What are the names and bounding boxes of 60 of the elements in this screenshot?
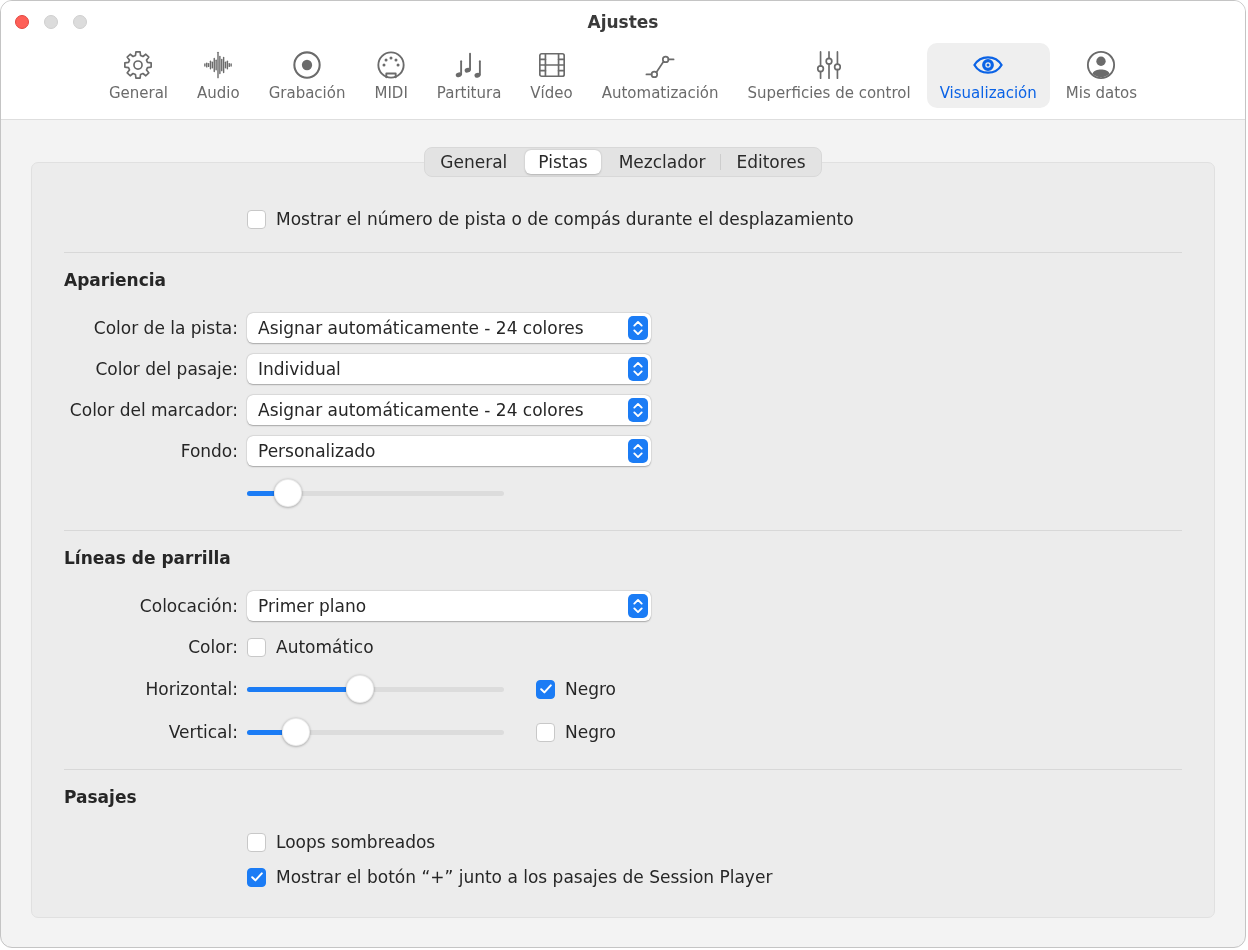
field-label: Fondo: [180,441,238,461]
toolbar-tab[interactable]: Mis datos [1052,43,1151,108]
checkmark-icon [250,872,263,882]
connector-icon [376,50,407,80]
field-label: Color del marcador: [69,400,238,420]
popup-button[interactable]: Personalizado [247,436,651,466]
segment-tab[interactable]: General [427,150,521,174]
toolbar-tab[interactable]: Superficies de control [734,43,924,108]
field-label: Vertical: [168,722,238,742]
slider-thumb[interactable] [281,718,310,746]
updown-chevron-icon [628,316,648,340]
field-label: Color del pasaje: [95,359,238,379]
field-label: Color: [188,637,238,657]
field-label: Colocación: [139,596,238,616]
checkbox[interactable] [247,832,266,852]
toolbar-tab[interactable]: Partitura [423,43,515,108]
toolbar-tab[interactable]: Visualización [926,43,1050,108]
gear-icon [123,50,154,80]
checkbox-label[interactable]: Loops sombreados [276,832,436,852]
checkbox[interactable] [247,209,266,229]
slider-thumb[interactable] [346,675,375,703]
section-heading: Pasajes [64,786,138,808]
field-label: Color de la pista: [93,318,238,338]
checkbox-label[interactable]: Negro [565,679,616,699]
person-icon [1086,50,1117,80]
toolbar-tab[interactable]: Audio [184,43,253,108]
section-heading: Líneas de parrilla [64,547,232,569]
close-button[interactable] [15,15,29,29]
popup-button[interactable]: Asignar automáticamente - 24 colores [247,395,651,425]
segment-tab[interactable]: Editores [723,150,819,174]
field-label: Horizontal: [145,679,238,699]
popup-button[interactable]: Asignar automáticamente - 24 colores [247,313,651,343]
section-heading: Apariencia [64,269,168,291]
updown-chevron-icon [628,439,648,463]
checkbox-label[interactable]: Negro [565,722,616,742]
waveform-icon [203,50,234,80]
popup-button[interactable]: Individual [247,354,651,384]
toolbar-tab[interactable]: MIDI [361,43,421,108]
checkbox[interactable] [536,722,555,742]
film-icon [536,50,567,80]
segment-tab[interactable]: Pistas [525,150,601,174]
checkbox-label[interactable]: Mostrar el botón “+” junto a los pasajes de Session Player [276,867,773,887]
toolbar-tab[interactable]: Grabación [255,43,359,108]
updown-chevron-icon [628,398,648,422]
slider-thumb[interactable] [274,479,303,507]
checkbox[interactable] [247,867,266,887]
updown-chevron-icon [628,594,648,618]
checkbox-label[interactable]: Mostrar el número de pista o de compás durante el desplazamiento [276,209,854,229]
checkbox[interactable] [536,679,555,699]
checkmark-icon [539,684,552,694]
toolbar-tab[interactable]: Vídeo [517,43,586,108]
checkbox-label[interactable]: Automático [276,637,374,657]
updown-chevron-icon [628,357,648,381]
toolbar-tab[interactable]: Automatización [588,43,732,108]
popup-button[interactable]: Primer plano [247,591,651,621]
segment-tab[interactable]: Mezclador [605,150,719,174]
record-icon [292,50,323,80]
toolbar-tab[interactable]: General [95,43,182,108]
checkbox[interactable] [247,637,266,657]
window-title: Ajustes [587,12,659,32]
